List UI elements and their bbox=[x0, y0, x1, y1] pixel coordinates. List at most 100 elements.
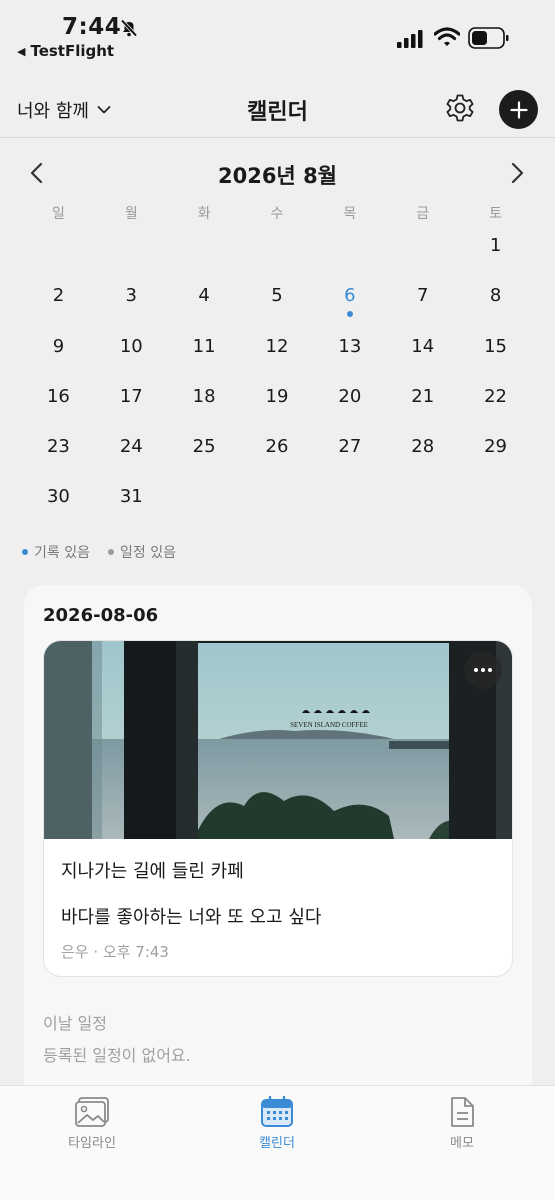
weekday-header: 일 월 화 수 목 금 토 bbox=[22, 203, 532, 223]
day-number: 25 bbox=[192, 436, 216, 458]
dot-icon bbox=[488, 668, 492, 672]
more-options-button[interactable] bbox=[464, 651, 502, 689]
tab-calendar[interactable]: 캘린더 bbox=[217, 1096, 337, 1151]
calendar-day[interactable]: 13 bbox=[313, 328, 386, 378]
calendar-day[interactable]: 2 bbox=[22, 277, 95, 327]
calendar-day[interactable]: 24 bbox=[95, 428, 168, 478]
calendar-day[interactable]: 17 bbox=[95, 378, 168, 428]
wifi-icon bbox=[434, 27, 460, 46]
legend-schedule: 일정 있음 bbox=[107, 542, 176, 562]
calendar-day[interactable]: 19 bbox=[241, 378, 314, 428]
calendar-day[interactable]: 3 bbox=[95, 277, 168, 327]
calendar-day[interactable]: 30 bbox=[22, 478, 95, 528]
tab-label: 캘린더 bbox=[259, 1136, 295, 1151]
weekday-label: 목 bbox=[343, 206, 357, 222]
day-number: 9 bbox=[52, 335, 65, 357]
record-meta: 은우 · 오후 7:43 bbox=[61, 943, 169, 961]
calendar-day-empty bbox=[459, 478, 532, 528]
status-time: 7:44 bbox=[62, 14, 122, 40]
battery-icon bbox=[468, 27, 509, 49]
legend-record: 기록 있음 bbox=[22, 542, 90, 562]
calendar-day[interactable]: 4 bbox=[168, 277, 241, 327]
calendar-day[interactable]: 6 bbox=[313, 277, 386, 327]
calendar-day[interactable]: 10 bbox=[95, 328, 168, 378]
day-number: 17 bbox=[119, 385, 143, 407]
calendar-day[interactable]: 12 bbox=[241, 328, 314, 378]
day-number: 6 bbox=[344, 285, 356, 307]
back-triangle-icon: ◀ bbox=[17, 44, 26, 58]
calendar-day-empty bbox=[168, 227, 241, 277]
add-button[interactable] bbox=[499, 90, 538, 129]
calendar-day-empty bbox=[168, 478, 241, 528]
calendar-day[interactable]: 28 bbox=[386, 428, 459, 478]
calendar-day-empty bbox=[313, 478, 386, 528]
day-number: 23 bbox=[46, 436, 70, 458]
record-card[interactable]: SEVEN ISLAND COFFEE 지나가는 길에 들린 카페 바다를 좋아… bbox=[43, 640, 513, 977]
gear-icon[interactable] bbox=[444, 92, 476, 124]
status-bar: 7:44 ◀ TestFlight bbox=[0, 0, 555, 70]
chevron-right-icon[interactable] bbox=[508, 162, 526, 184]
calendar-day-empty bbox=[386, 478, 459, 528]
day-number: 5 bbox=[271, 285, 283, 307]
record-title: 지나가는 길에 들린 카페 bbox=[61, 861, 244, 882]
schedule-empty-text: 등록된 일정이 없어요. bbox=[43, 1046, 191, 1065]
calendar-day[interactable]: 22 bbox=[459, 378, 532, 428]
schedule-dot-icon bbox=[107, 549, 114, 555]
day-number: 13 bbox=[338, 335, 362, 357]
weekday-label: 화 bbox=[197, 206, 211, 222]
calendar-day[interactable]: 18 bbox=[168, 378, 241, 428]
calendar-day[interactable]: 7 bbox=[386, 277, 459, 327]
day-number: 15 bbox=[484, 335, 508, 357]
day-number: 21 bbox=[411, 385, 435, 407]
calendar-day[interactable]: 25 bbox=[168, 428, 241, 478]
tab-memo[interactable]: 메모 bbox=[402, 1096, 522, 1151]
dot-icon bbox=[481, 668, 485, 672]
day-number: 10 bbox=[119, 335, 143, 357]
image-icon bbox=[75, 1097, 109, 1127]
day-number: 12 bbox=[265, 335, 289, 357]
calendar-day-empty bbox=[95, 227, 168, 277]
dot-icon bbox=[474, 668, 478, 672]
day-number: 4 bbox=[198, 285, 210, 307]
calendar-day[interactable]: 1 bbox=[459, 227, 532, 277]
weekday-label: 토 bbox=[489, 206, 502, 222]
calendar-grid: 1 2 3 4 5 6 7 8 9 10 11 12 13 14 15 16 17 18 19 20 21 22 23 24 2… bbox=[22, 227, 532, 529]
calendar-day[interactable]: 26 bbox=[241, 428, 314, 478]
bell-muted-icon bbox=[120, 19, 138, 37]
calendar-day[interactable]: 15 bbox=[459, 328, 532, 378]
calendar-day[interactable]: 5 bbox=[241, 277, 314, 327]
day-number: 7 bbox=[416, 285, 429, 307]
plus-icon bbox=[509, 100, 528, 119]
calendar-day[interactable]: 27 bbox=[313, 428, 386, 478]
legend-record-label: 기록 있음 bbox=[34, 545, 90, 561]
day-number: 8 bbox=[489, 285, 502, 307]
calendar-day[interactable]: 20 bbox=[313, 378, 386, 428]
calendar-day[interactable]: 11 bbox=[168, 328, 241, 378]
calendar-legend: 기록 있음 일정 있음 bbox=[22, 542, 176, 562]
day-number: 24 bbox=[119, 436, 143, 458]
calendar-day[interactable]: 31 bbox=[95, 478, 168, 528]
day-number: 30 bbox=[46, 486, 70, 508]
back-to-app-button[interactable]: ◀ TestFlight bbox=[17, 42, 114, 60]
calendar-day[interactable]: 14 bbox=[386, 328, 459, 378]
record-dot-icon bbox=[346, 311, 353, 318]
calendar-day[interactable]: 23 bbox=[22, 428, 95, 478]
calendar-day-empty bbox=[22, 227, 95, 277]
calendar-day[interactable]: 9 bbox=[22, 328, 95, 378]
calendar-day-empty bbox=[313, 227, 386, 277]
weekday-label: 월 bbox=[124, 206, 138, 222]
day-number: 3 bbox=[125, 285, 137, 307]
app-header: 너와 함께 캘린더 bbox=[0, 80, 555, 138]
tab-timeline[interactable]: 타임라인 bbox=[32, 1096, 152, 1151]
calendar-day[interactable]: 8 bbox=[459, 277, 532, 327]
day-number: 1 bbox=[489, 235, 502, 256]
day-number: 18 bbox=[192, 385, 216, 407]
calendar-day[interactable]: 21 bbox=[386, 378, 459, 428]
day-number: 11 bbox=[192, 335, 216, 357]
calendar-day[interactable]: 29 bbox=[459, 428, 532, 478]
weekday-label: 수 bbox=[270, 206, 284, 222]
calendar-day[interactable]: 16 bbox=[22, 378, 95, 428]
day-number: 31 bbox=[119, 486, 143, 508]
photo-sign-text: SEVEN ISLAND COFFEE bbox=[290, 721, 368, 729]
tab-label: 타임라인 bbox=[68, 1136, 116, 1151]
